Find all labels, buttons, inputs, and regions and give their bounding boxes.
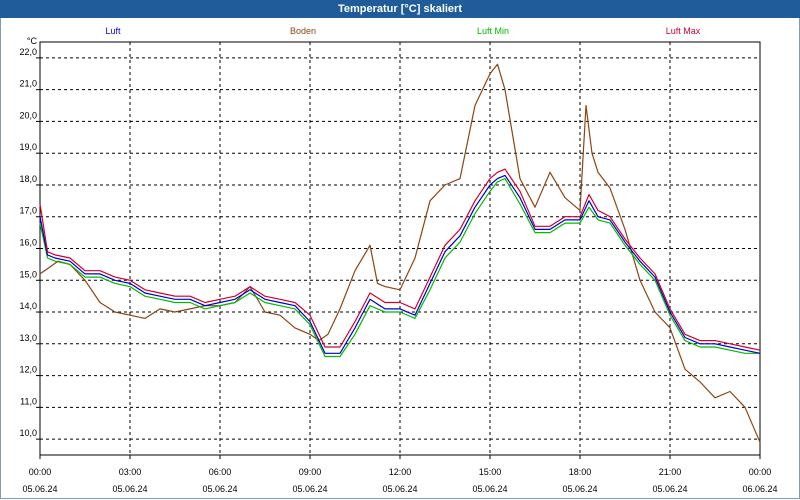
tick-labels: 10,0 11,0 12,0 13,0 14,0 15,0 16,0 17,0 18,0 19,0… <box>19 36 777 494</box>
y-tick-label: 19,0 <box>19 142 37 152</box>
x-tick-time: 06:00 <box>209 467 232 477</box>
x-tick-date: 05.06.24 <box>202 484 237 494</box>
y-tick-label: 16,0 <box>19 238 37 248</box>
x-tick-date: 05.06.24 <box>22 484 57 494</box>
x-tick-time: 03:00 <box>119 467 142 477</box>
x-tick-date: 05.06.24 <box>562 484 597 494</box>
y-axis-label: °C <box>27 36 38 46</box>
x-tick-time: 18:00 <box>569 467 592 477</box>
y-tick-label: 17,0 <box>19 206 37 216</box>
y-tick-label: 11,0 <box>20 396 37 406</box>
x-tick-time: 09:00 <box>299 467 322 477</box>
x-tick-time: 15:00 <box>479 467 502 477</box>
chart-axes <box>36 41 761 459</box>
y-tick-label: 18,0 <box>19 174 37 184</box>
legend-entry-luft-min: Luft Min <box>477 26 509 36</box>
y-tick-label: 21,0 <box>19 79 37 89</box>
legend-entry-luft-max: Luft Max <box>666 26 701 36</box>
y-tick-label: 15,0 <box>19 269 37 279</box>
y-tick-label: 12,0 <box>19 365 37 375</box>
x-tick-date: 05.06.24 <box>652 484 687 494</box>
x-tick-date: 05.06.24 <box>112 484 147 494</box>
x-tick-time: 21:00 <box>659 467 682 477</box>
y-tick-label: 13,0 <box>19 333 37 343</box>
x-tick-time: 12:00 <box>389 467 412 477</box>
x-tick-date: 05.06.24 <box>292 484 327 494</box>
grid-lines <box>40 42 760 455</box>
y-tick-label: 20,0 <box>19 110 37 120</box>
x-tick-date: 05.06.24 <box>382 484 417 494</box>
y-tick-label: 22,0 <box>19 47 37 57</box>
x-tick-time: 00:00 <box>749 467 772 477</box>
x-tick-date: 05.06.24 <box>472 484 507 494</box>
legend-entry-luft: Luft <box>105 26 121 36</box>
x-tick-time: 00:00 <box>29 467 52 477</box>
legend: Luft Boden Luft Min Luft Max <box>105 26 700 36</box>
temperature-chart: 10,0 11,0 12,0 13,0 14,0 15,0 16,0 17,0 18,0 19,0… <box>19 26 777 494</box>
legend-entry-boden: Boden <box>290 26 316 36</box>
x-tick-date: 06.06.24 <box>742 484 777 494</box>
y-tick-label: 10,0 <box>19 428 37 438</box>
y-tick-label: 14,0 <box>19 301 37 311</box>
